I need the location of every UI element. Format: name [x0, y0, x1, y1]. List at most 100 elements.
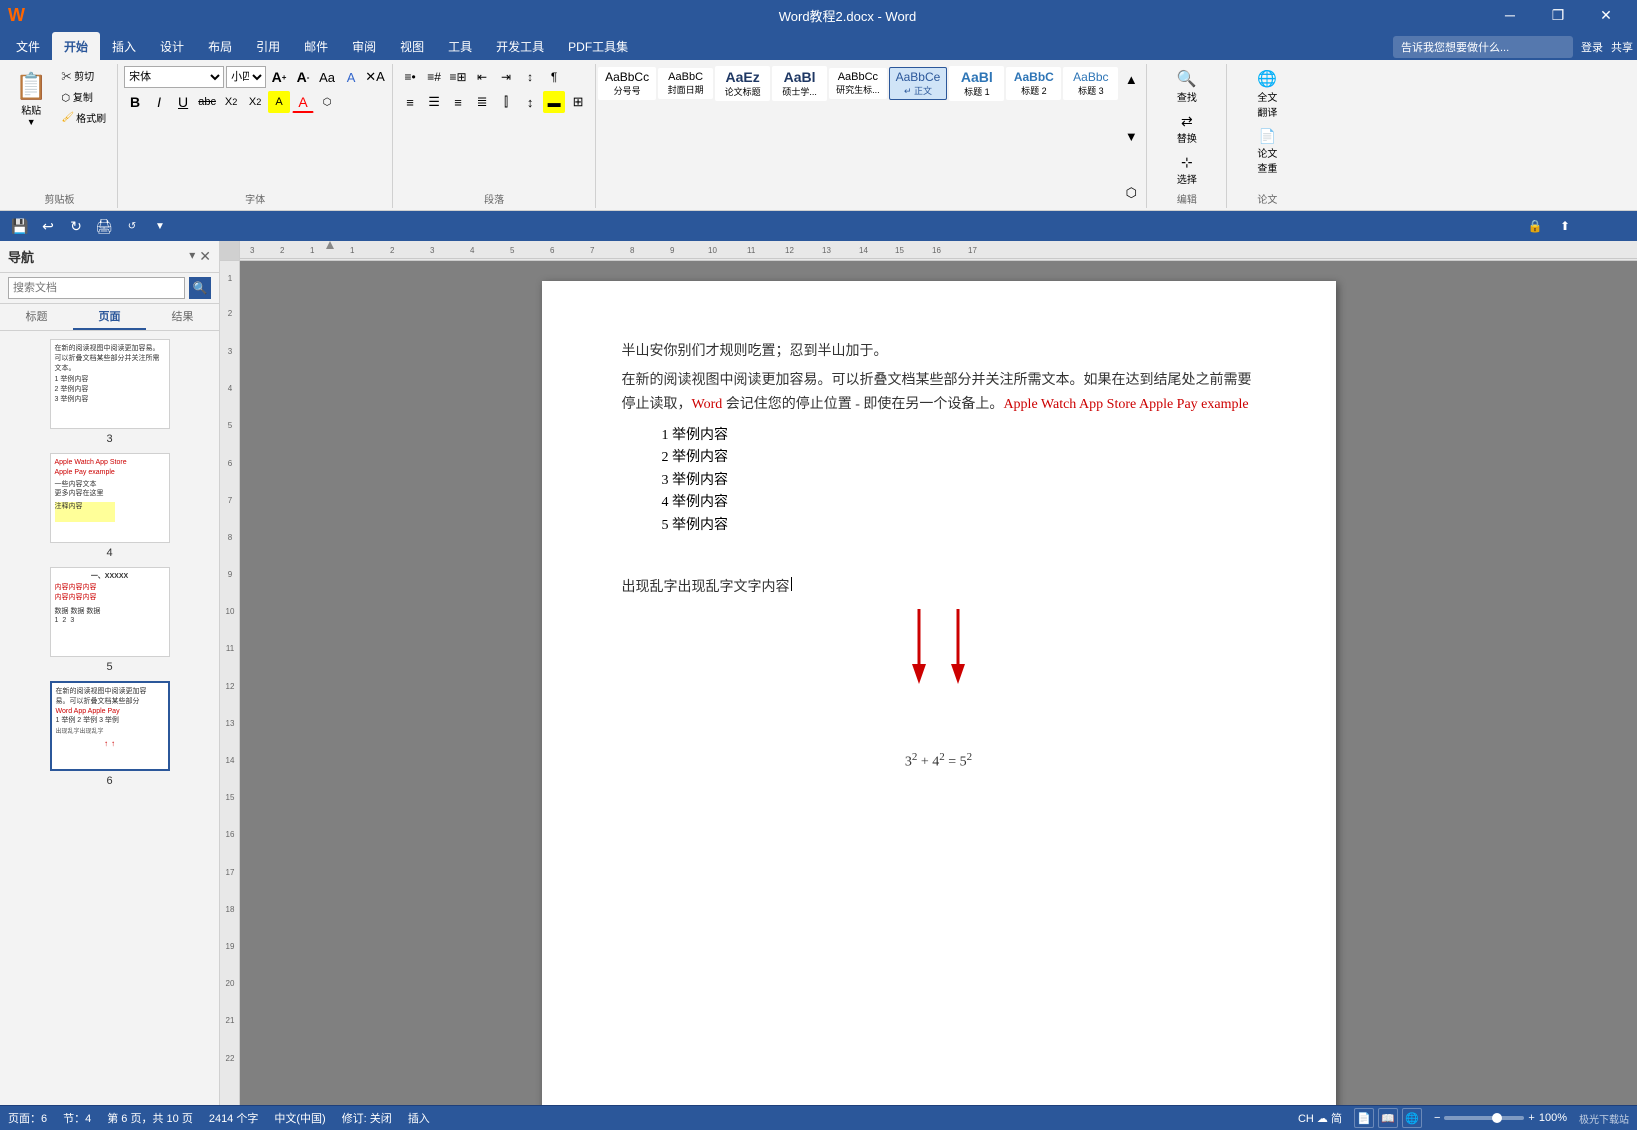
translate-button[interactable]: 🌐 全文 翻译: [1251, 66, 1283, 122]
tab-references[interactable]: 引用: [244, 32, 292, 60]
italic-button[interactable]: I: [148, 91, 170, 113]
print-preview-button[interactable]: 🖨: [92, 214, 116, 238]
tab-review[interactable]: 审阅: [340, 32, 388, 60]
ribbon-hide-button[interactable]: 🔒: [1523, 214, 1547, 238]
columns-button[interactable]: ⫿: [495, 91, 517, 113]
tab-design[interactable]: 设计: [148, 32, 196, 60]
styles-expand[interactable]: ⬡: [1120, 182, 1142, 204]
zoom-out-button[interactable]: −: [1434, 1112, 1440, 1124]
shading-fill-button[interactable]: ▬: [543, 91, 565, 113]
style-fenhao[interactable]: AaBbCc 分号号: [598, 67, 656, 100]
tab-insert[interactable]: 插入: [100, 32, 148, 60]
status-input-mode[interactable]: CH ☁ 简: [1298, 1110, 1342, 1126]
login-button[interactable]: 登录: [1581, 39, 1603, 55]
paper-check-button[interactable]: 📄 论文 查重: [1251, 125, 1283, 178]
multilevel-list-button[interactable]: ≡⊞: [447, 66, 469, 88]
align-right-button[interactable]: ≡: [447, 91, 469, 113]
zoom-in-button[interactable]: +: [1528, 1112, 1534, 1124]
numbering-button[interactable]: ≡#: [423, 66, 445, 88]
view-read-button[interactable]: 📖: [1378, 1108, 1398, 1128]
tab-developer[interactable]: 开发工具: [484, 32, 556, 60]
style-fengmian[interactable]: AaBbC 封面日期: [658, 68, 713, 99]
decrease-indent-button[interactable]: ⇤: [471, 66, 493, 88]
nav-close-icon[interactable]: ✕: [199, 248, 211, 265]
shading-button[interactable]: ⬡: [316, 91, 338, 113]
style-lunwentitle[interactable]: AaEz 论文标题: [715, 66, 770, 101]
svg-text:10: 10: [226, 607, 235, 616]
style-normal[interactable]: AaBbCe ↵ 正文: [889, 67, 948, 100]
decrease-font-button[interactable]: A-: [292, 66, 314, 88]
strikethrough-button[interactable]: abc: [196, 91, 218, 113]
toggle-ribbon-button[interactable]: ⬆: [1553, 214, 1577, 238]
nav-search-input[interactable]: [8, 277, 185, 299]
text-effect-button[interactable]: A: [340, 66, 362, 88]
document-area[interactable]: 半山安你别们才规则吃置；忍到半山加于。 在新的阅读视图中阅读更加容易。可以折叠文…: [240, 261, 1637, 1105]
share-button[interactable]: 共享: [1611, 39, 1633, 55]
show-marks-button[interactable]: ¶: [543, 66, 565, 88]
page-thumb-4[interactable]: Apple Watch App Store Apple Pay example …: [8, 453, 211, 559]
ribbon-search-input[interactable]: 告诉我您想要做什么...: [1401, 39, 1509, 55]
zoom-slider[interactable]: [1444, 1116, 1524, 1120]
svg-text:13: 13: [822, 246, 831, 255]
nav-tab-pages[interactable]: 页面: [73, 304, 146, 330]
select-button[interactable]: ⊹ 选择: [1171, 151, 1203, 189]
increase-font-button[interactable]: A+: [268, 66, 290, 88]
close-button[interactable]: ✕: [1583, 0, 1629, 30]
nav-expand-icon[interactable]: ▾: [189, 248, 195, 265]
bullets-button[interactable]: ≡•: [399, 66, 421, 88]
align-center-button[interactable]: ☰: [423, 91, 445, 113]
redo-button[interactable]: ↻: [64, 214, 88, 238]
align-left-button[interactable]: ≡: [399, 91, 421, 113]
style-master[interactable]: AaBl 硕士学...: [772, 66, 827, 101]
replace-button[interactable]: ⇄ 替换: [1171, 110, 1203, 148]
style-research[interactable]: AaBbCc 研究生标...: [829, 68, 887, 99]
style-heading2[interactable]: AaBbC 标题 2: [1006, 67, 1061, 100]
clear-format-button[interactable]: ✕A: [364, 66, 386, 88]
tab-home[interactable]: 开始: [52, 32, 100, 60]
tab-view[interactable]: 视图: [388, 32, 436, 60]
find-button[interactable]: 🔍 查找: [1171, 66, 1203, 107]
tab-pdf[interactable]: PDF工具集: [556, 32, 640, 60]
page-thumb-3[interactable]: 在新的阅读视图中阅读更加容易。可以折叠文档某些部分并关注所需文本。 1 举例内容…: [8, 339, 211, 445]
copy-button[interactable]: ⬡ 复制: [56, 87, 111, 106]
undo-redo-button[interactable]: ↺: [120, 214, 144, 238]
line-spacing-button[interactable]: ↕: [519, 91, 541, 113]
style-heading1[interactable]: AaBl 标题 1: [949, 66, 1004, 101]
format-painter-button[interactable]: 🖌 格式刷: [56, 108, 111, 127]
bold-button[interactable]: B: [124, 91, 146, 113]
nav-search-button[interactable]: 🔍: [189, 277, 211, 299]
minimize-button[interactable]: ─: [1487, 0, 1533, 30]
tab-tools[interactable]: 工具: [436, 32, 484, 60]
superscript-button[interactable]: X2: [244, 91, 266, 113]
cut-button[interactable]: ✂ 剪切: [56, 66, 111, 85]
increase-indent-button[interactable]: ⇥: [495, 66, 517, 88]
undo-button[interactable]: ↩: [36, 214, 60, 238]
sort-button[interactable]: ↕: [519, 66, 541, 88]
save-button[interactable]: 💾: [8, 214, 32, 238]
customize-button[interactable]: ▼: [148, 214, 172, 238]
justify-button[interactable]: ≣: [471, 91, 493, 113]
restore-button[interactable]: ❐: [1535, 0, 1581, 30]
font-size-select[interactable]: 小四: [226, 66, 266, 88]
underline-button[interactable]: U: [172, 91, 194, 113]
view-print-button[interactable]: 📄: [1354, 1108, 1374, 1128]
paste-button[interactable]: 📋 粘贴 ▼: [8, 66, 54, 132]
tab-layout[interactable]: 布局: [196, 32, 244, 60]
font-name-select[interactable]: 宋体: [124, 66, 224, 88]
style-heading3[interactable]: AaBbc 标题 3: [1063, 67, 1118, 100]
view-web-button[interactable]: 🌐: [1402, 1108, 1422, 1128]
tab-mailings[interactable]: 邮件: [292, 32, 340, 60]
text-highlight-button[interactable]: A: [268, 91, 290, 113]
subscript-button[interactable]: X2: [220, 91, 242, 113]
page-thumb-5[interactable]: 一、XXXXX 内容内容内容内容内容内容 数据 数据 数据 123 5: [8, 567, 211, 673]
page-thumb-6[interactable]: 在新的阅读视图中阅读更加容 易。可以折叠文档某些部分 Word App Appl…: [8, 681, 211, 787]
nav-tab-headings[interactable]: 标题: [0, 304, 73, 330]
tab-file[interactable]: 文件: [4, 32, 52, 60]
paragraph-label: 段落: [484, 189, 504, 206]
nav-tab-results[interactable]: 结果: [146, 304, 219, 330]
styles-scroll-up[interactable]: ▲: [1120, 68, 1142, 90]
borders-button[interactable]: ⊞: [567, 91, 589, 113]
change-case-button[interactable]: Aa: [316, 66, 338, 88]
styles-scroll-down[interactable]: ▼: [1120, 125, 1142, 147]
font-color-button[interactable]: A: [292, 91, 314, 113]
